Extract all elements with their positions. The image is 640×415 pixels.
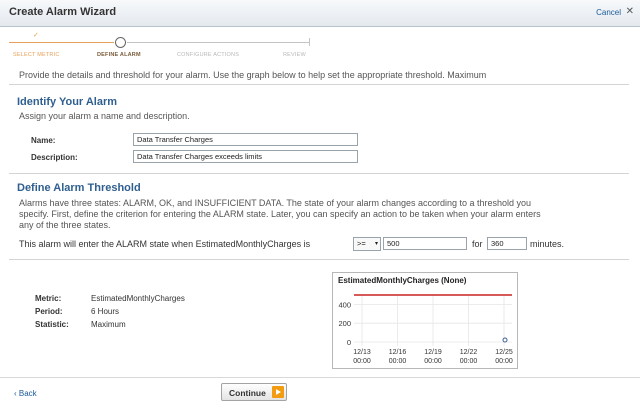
x-tick-label-line: 12/25 bbox=[495, 349, 513, 356]
continue-button[interactable]: Continue bbox=[221, 383, 287, 401]
x-tick-label: 12/13 00:00 bbox=[353, 349, 371, 365]
for-label: for bbox=[472, 239, 483, 249]
threshold-title: Define Alarm Threshold bbox=[17, 182, 141, 194]
threshold-desc-2: specify. First, define the criterion for… bbox=[19, 209, 541, 219]
check-icon: ✓ bbox=[33, 32, 39, 39]
divider bbox=[9, 173, 629, 174]
step-configure-actions: CONFIGURE ACTIONS bbox=[177, 52, 240, 58]
name-input[interactable]: Data Transfer Charges bbox=[133, 133, 358, 146]
footer-divider bbox=[0, 377, 640, 378]
x-tick-label-line: 00:00 bbox=[495, 358, 513, 365]
divider bbox=[9, 84, 629, 85]
chevron-down-icon: ▾ bbox=[374, 241, 378, 247]
period-label: Period: bbox=[35, 307, 63, 316]
close-icon[interactable]: ✕ bbox=[626, 6, 634, 17]
step-define-alarm: DEFINE ALARM bbox=[97, 52, 141, 58]
step-review: REVIEW bbox=[283, 52, 306, 58]
metric-label: Metric: bbox=[35, 294, 62, 303]
cancel-link[interactable]: Cancel bbox=[596, 8, 621, 17]
metric-chart-plot: 020040012/13 00:0012/16 00:0012/19 00:0012/… bbox=[338, 294, 513, 365]
description-input[interactable]: Data Transfer Charges exceeds limits bbox=[133, 150, 358, 163]
period-value: 6 Hours bbox=[91, 307, 120, 316]
minutes-input[interactable]: 360 bbox=[487, 237, 527, 250]
statistic-value: Maximum bbox=[91, 320, 126, 329]
threshold-value-input[interactable]: 500 bbox=[383, 237, 467, 250]
operator-select[interactable]: >= ▾ bbox=[353, 237, 381, 251]
x-tick-label-line: 12/13 bbox=[353, 349, 371, 356]
x-tick-label: 12/19 00:00 bbox=[424, 349, 442, 365]
identify-desc: Assign your alarm a name and description… bbox=[19, 111, 190, 121]
threshold-desc-3: any of the three states. bbox=[19, 220, 111, 230]
data-point bbox=[502, 337, 508, 343]
window-title: Create Alarm Wizard bbox=[9, 6, 117, 18]
title-bar: Create Alarm Wizard Cancel ✕ bbox=[0, 0, 640, 27]
threshold-desc-1: Alarms have three states: ALARM, OK, and… bbox=[19, 198, 532, 208]
intro-text: Provide the details and threshold for yo… bbox=[19, 70, 487, 80]
y-tick-label: 200 bbox=[338, 319, 351, 328]
chart-title: EstimatedMonthlyCharges (None) bbox=[338, 276, 467, 285]
operator-value: >= bbox=[357, 239, 366, 248]
y-tick-label: 0 bbox=[347, 338, 351, 347]
x-tick-label-line: 12/19 bbox=[424, 349, 442, 356]
identify-title: Identify Your Alarm bbox=[17, 96, 118, 108]
minutes-label: minutes. bbox=[530, 239, 565, 249]
current-step-icon bbox=[115, 37, 126, 48]
x-tick-label-line: 12/16 bbox=[389, 349, 407, 356]
x-tick-label: 12/22 00:00 bbox=[460, 349, 478, 365]
x-tick-label-line: 00:00 bbox=[353, 358, 371, 365]
y-tick-label: 400 bbox=[338, 300, 351, 309]
step-end-marker bbox=[309, 38, 310, 46]
continue-label: Continue bbox=[229, 388, 266, 398]
x-tick-label-line: 00:00 bbox=[389, 358, 407, 365]
step-select-metric: SELECT METRIC bbox=[13, 52, 60, 58]
metric-value: EstimatedMonthlyCharges bbox=[91, 294, 185, 303]
back-link[interactable]: ‹ Back bbox=[14, 389, 37, 398]
arrow-right-icon bbox=[272, 386, 284, 398]
name-label: Name: bbox=[31, 136, 56, 145]
x-tick-label-line: 12/22 bbox=[460, 349, 478, 356]
condition-text: This alarm will enter the ALARM state wh… bbox=[19, 239, 311, 249]
x-tick-label: 12/16 00:00 bbox=[389, 349, 407, 365]
x-tick-label-line: 00:00 bbox=[424, 358, 442, 365]
description-label: Description: bbox=[31, 153, 78, 162]
wizard-steps: ✓ SELECT METRIC DEFINE ALARM CONFIGURE A… bbox=[0, 28, 640, 64]
step-connector bbox=[9, 42, 114, 43]
step-connector bbox=[127, 42, 310, 43]
statistic-label: Statistic: bbox=[35, 320, 69, 329]
x-tick-label: 12/25 00:00 bbox=[495, 349, 513, 365]
x-tick-label-line: 00:00 bbox=[460, 358, 478, 365]
